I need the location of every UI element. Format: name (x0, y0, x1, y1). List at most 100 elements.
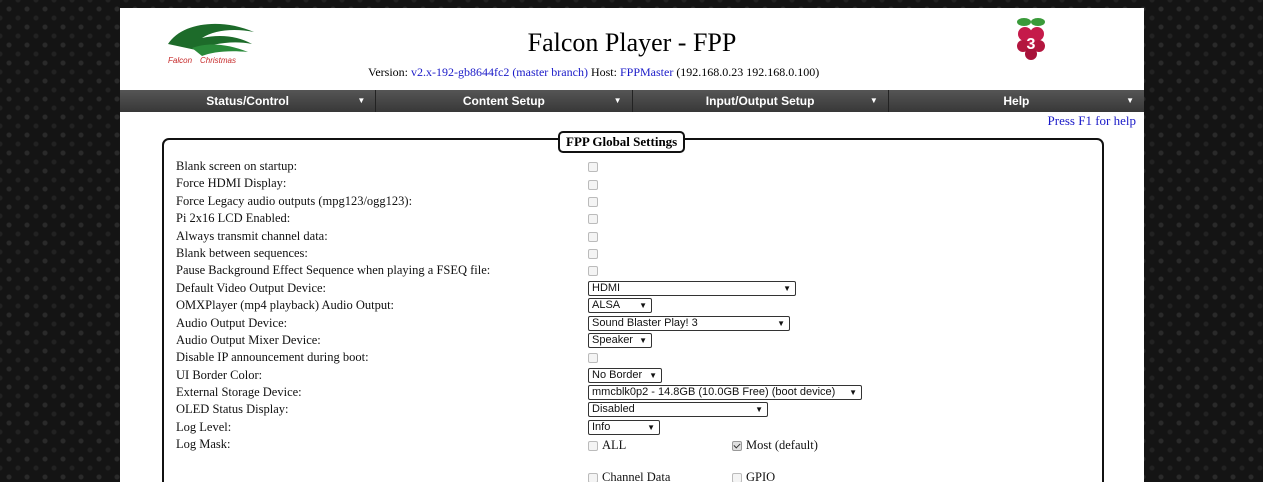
setting-row: OLED Status Display: Disabled ▼ (176, 401, 1102, 418)
log-mask-gpio[interactable]: GPIO (732, 470, 775, 482)
global-settings-fieldset: FPP Global Settings Blank screen on star… (162, 131, 1104, 482)
setting-label: Blank between sequences: (176, 245, 308, 260)
chevron-down-icon: ▼ (647, 422, 655, 432)
chevron-down-icon: ▼ (783, 283, 791, 293)
setting-row: UI Border Color: No Border ▼ (176, 367, 1102, 384)
always-transmit-checkbox[interactable] (588, 231, 598, 242)
log-mask-all[interactable]: ALL (588, 438, 626, 453)
select-value: Sound Blaster Play! 3 (592, 316, 698, 329)
version-line: Version: v2.x-192-gb8644fc2 (master bran… (368, 65, 819, 80)
setting-label: Force HDMI Display: (176, 176, 287, 191)
caret-down-icon: ▼ (869, 96, 878, 105)
setting-row: Default Video Output Device: HDMI ▼ (176, 280, 1102, 297)
video-output-select[interactable]: HDMI ▼ (588, 280, 796, 296)
page-container: Falcon Christmas Falcon Player - FPP Ver… (120, 8, 1144, 482)
chevron-down-icon: ▼ (755, 405, 763, 415)
blank-between-sequences-checkbox[interactable] (588, 249, 598, 260)
setting-label: Log Level: (176, 419, 232, 434)
select-value: Info (592, 420, 611, 433)
pause-background-effect-checkbox[interactable] (588, 266, 598, 277)
help-link[interactable]: Press F1 for help (1048, 113, 1136, 129)
setting-row: Audio Output Device: Sound Blaster Play!… (176, 315, 1102, 332)
log-mask-label: Channel Data (602, 470, 671, 482)
log-mask-gpio-checkbox[interactable] (732, 473, 742, 482)
fieldset-legend: FPP Global Settings (558, 131, 686, 153)
nav-label: Status/Control (206, 94, 289, 108)
log-mask-label: ALL (602, 438, 627, 453)
log-mask-channel-data[interactable]: Channel Data (588, 470, 670, 482)
page-title: Falcon Player - FPP (527, 28, 737, 57)
setting-row: Force HDMI Display: (176, 175, 1102, 192)
omx-audio-output-select[interactable]: ALSA ▼ (588, 298, 652, 314)
host-label: Host: (590, 65, 617, 79)
chevron-down-icon: ▼ (639, 301, 647, 311)
caret-down-icon: ▼ (1126, 96, 1134, 105)
header: Falcon Christmas Falcon Player - FPP Ver… (120, 8, 1144, 86)
setting-label: Always transmit channel data: (176, 228, 328, 243)
setting-label: Audio Output Device: (176, 315, 288, 330)
setting-row: Log Level: Info ▼ (176, 419, 1102, 436)
log-level-select[interactable]: Info ▼ (588, 419, 660, 435)
nav-input-output-setup[interactable]: Input/Output Setup ▼ (633, 90, 889, 112)
chevron-down-icon: ▼ (649, 370, 657, 380)
setting-label: Force Legacy audio outputs (mpg123/ogg12… (176, 193, 413, 208)
select-value: ALSA (592, 299, 621, 312)
log-mask-label: GPIO (746, 470, 776, 482)
chevron-down-icon: ▼ (849, 388, 857, 398)
nav-label: Input/Output Setup (705, 94, 815, 108)
setting-label: Pi 2x16 LCD Enabled: (176, 211, 291, 226)
audio-output-device-select[interactable]: Sound Blaster Play! 3 ▼ (588, 315, 790, 331)
lcd-enabled-checkbox[interactable] (588, 214, 598, 225)
host-ips: (192.168.0.23 192.168.0.100) (676, 65, 820, 79)
nav-help[interactable]: Help ▼ (889, 90, 1144, 112)
setting-label: External Storage Device: (176, 385, 302, 400)
setting-row: Force Legacy audio outputs (mpg123/ogg12… (176, 193, 1102, 210)
select-value: mmcblk0p2 - 14.8GB (10.0GB Free) (boot d… (592, 386, 836, 399)
select-value: Disabled (592, 403, 635, 416)
raspberry-pi-icon: 3 (1017, 18, 1045, 60)
setting-label: Audio Output Mixer Device: (176, 332, 321, 347)
setting-row: Disable IP announcement during boot: (176, 349, 1102, 366)
setting-label: OLED Status Display: (176, 402, 289, 417)
log-mask-all-checkbox[interactable] (588, 441, 598, 452)
log-mask-most-checkbox[interactable] (732, 441, 742, 452)
log-mask-channel-data-checkbox[interactable] (588, 473, 598, 482)
select-value: No Border (592, 368, 643, 381)
chevron-down-icon: ▼ (639, 335, 647, 345)
version-label: Version: (368, 65, 408, 79)
setting-row: Audio Output Mixer Device: Speaker ▼ (176, 332, 1102, 349)
nav-status-control[interactable]: Status/Control ▼ (120, 90, 377, 112)
setting-label: OMXPlayer (mp4 playback) Audio Output: (176, 298, 395, 313)
settings-rows: Blank screen on startup: Force HDMI Disp… (176, 158, 1102, 482)
oled-status-select[interactable]: Disabled ▼ (588, 402, 768, 418)
setting-label: Pause Background Effect Sequence when pl… (176, 263, 491, 278)
mixer-device-select[interactable]: Speaker ▼ (588, 332, 652, 348)
chevron-down-icon: ▼ (777, 318, 785, 328)
svg-text:3: 3 (1027, 36, 1036, 53)
main-nav: Status/Control ▼ Content Setup ▼ Input/O… (120, 90, 1144, 112)
setting-row: OMXPlayer (mp4 playback) Audio Output: A… (176, 297, 1102, 314)
ui-border-color-select[interactable]: No Border ▼ (588, 367, 662, 383)
select-value: HDMI (592, 281, 621, 294)
version-link[interactable]: v2.x-192-gb8644fc2 (master branch) (411, 65, 588, 79)
force-legacy-audio-checkbox[interactable] (588, 196, 598, 207)
caret-down-icon: ▼ (357, 96, 366, 105)
setting-row: Pause Background Effect Sequence when pl… (176, 262, 1102, 279)
nav-label: Help (1003, 94, 1030, 108)
host-link[interactable]: FPPMaster (620, 65, 673, 79)
nav-content-setup[interactable]: Content Setup ▼ (376, 90, 633, 112)
setting-label: Disable IP announcement during boot: (176, 350, 369, 365)
setting-row: Pi 2x16 LCD Enabled: (176, 210, 1102, 227)
disable-ip-announcement-checkbox[interactable] (588, 353, 598, 364)
caret-down-icon: ▼ (613, 96, 622, 105)
setting-row: Blank screen on startup: (176, 158, 1102, 175)
select-value: Speaker (592, 333, 633, 346)
nav-label: Content Setup (462, 94, 545, 108)
log-mask-label: Most (default) (746, 438, 818, 453)
external-storage-select[interactable]: mmcblk0p2 - 14.8GB (10.0GB Free) (boot d… (588, 385, 862, 401)
force-hdmi-checkbox[interactable] (588, 179, 598, 190)
blank-screen-checkbox[interactable] (588, 162, 598, 173)
log-mask-most[interactable]: Most (default) (732, 438, 818, 453)
setting-label: UI Border Color: (176, 367, 263, 382)
setting-row: Log Mask: ALL Most (default) Channel Dat… (176, 436, 1102, 482)
